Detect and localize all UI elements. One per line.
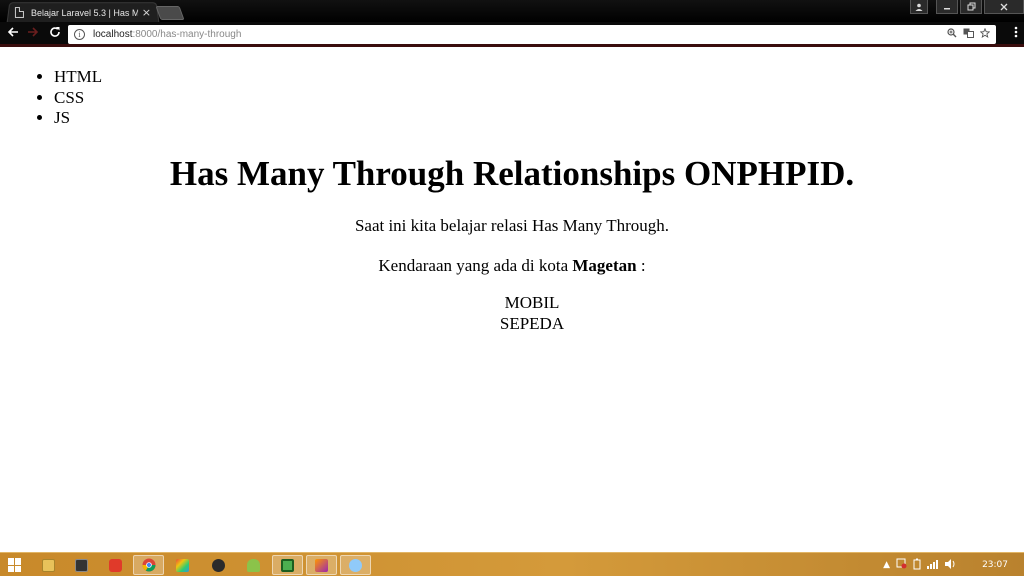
user-icon[interactable] — [910, 0, 928, 14]
browser-titlebar: Belajar Laravel 5.3 | Has M × — [0, 0, 1024, 23]
intro-text: Saat ini kita belajar relasi Has Many Th… — [354, 216, 670, 235]
zoom-icon[interactable] — [947, 28, 957, 41]
page-title: Has Many Through Relationships ONPHPID. — [169, 154, 855, 193]
chrome-icon[interactable] — [133, 555, 164, 575]
vehicles-suffix: : — [636, 256, 646, 275]
paint-icon[interactable] — [167, 555, 198, 575]
translate-icon[interactable] — [963, 28, 974, 41]
page-favicon-icon — [14, 7, 24, 18]
browser-menu-icon[interactable] — [1014, 26, 1018, 43]
topic-item-css: CSS — [54, 88, 102, 109]
address-bar[interactable]: i localhost:8000/has-many-through — [68, 25, 996, 44]
editor-icon[interactable] — [272, 555, 303, 575]
vehicles-prefix: Kendaraan yang ada di kota — [378, 256, 573, 275]
forward-icon[interactable] — [24, 26, 42, 43]
url-text[interactable]: localhost:8000/has-many-through — [93, 29, 241, 40]
bookmark-star-icon[interactable] — [979, 27, 991, 41]
browser-icon[interactable] — [340, 555, 371, 575]
image-viewer-icon[interactable] — [306, 555, 337, 575]
terminal-icon[interactable] — [66, 555, 97, 575]
vehicle-item: SEPEDA — [499, 313, 565, 333]
clock[interactable]: 23:07 — [982, 560, 1008, 570]
start-button-icon[interactable] — [8, 558, 22, 572]
tab-close-icon[interactable]: × — [142, 6, 151, 19]
node-icon[interactable] — [203, 555, 234, 575]
restore-icon[interactable] — [960, 0, 982, 14]
city-vehicles-text: Kendaraan yang ada di kota Magetan : — [0, 256, 1024, 276]
volume-icon[interactable] — [945, 558, 956, 572]
new-tab-button[interactable] — [155, 6, 185, 20]
network-alert-icon[interactable] — [896, 558, 907, 572]
battery-icon[interactable] — [913, 558, 921, 573]
browser-tab[interactable]: Belajar Laravel 5.3 | Has M × — [6, 2, 160, 23]
vehicle-item: MOBIL — [504, 293, 560, 312]
close-icon[interactable] — [984, 0, 1024, 14]
city-name: Magetan — [572, 256, 637, 275]
file-explorer-icon[interactable] — [33, 555, 64, 575]
minimize-icon[interactable] — [936, 0, 958, 14]
tray-expand-icon[interactable]: ▲ — [883, 560, 890, 570]
topic-item-html: HTML — [54, 67, 102, 88]
reload-icon[interactable] — [46, 26, 64, 42]
signal-icon[interactable] — [927, 559, 939, 572]
topic-item-js: JS — [54, 108, 102, 129]
android-icon[interactable] — [238, 555, 269, 575]
tab-title: Belajar Laravel 5.3 | Has M — [30, 7, 138, 18]
window-controls — [908, 0, 1024, 14]
topic-list: HTML CSS JS — [54, 67, 102, 129]
media-icon[interactable] — [100, 555, 131, 575]
browser-toolbar: i localhost:8000/has-many-through — [0, 22, 1024, 47]
system-tray: ▲ 23:07 — [883, 553, 1024, 576]
windows-taskbar: ▲ 23:07 — [0, 552, 1024, 576]
info-icon[interactable]: i — [74, 29, 85, 40]
vehicle-list: MOBIL SEPEDA — [20, 293, 1024, 334]
page-content: HTML CSS JS Has Many Through Relationshi… — [0, 50, 1024, 552]
back-icon[interactable] — [4, 26, 22, 43]
